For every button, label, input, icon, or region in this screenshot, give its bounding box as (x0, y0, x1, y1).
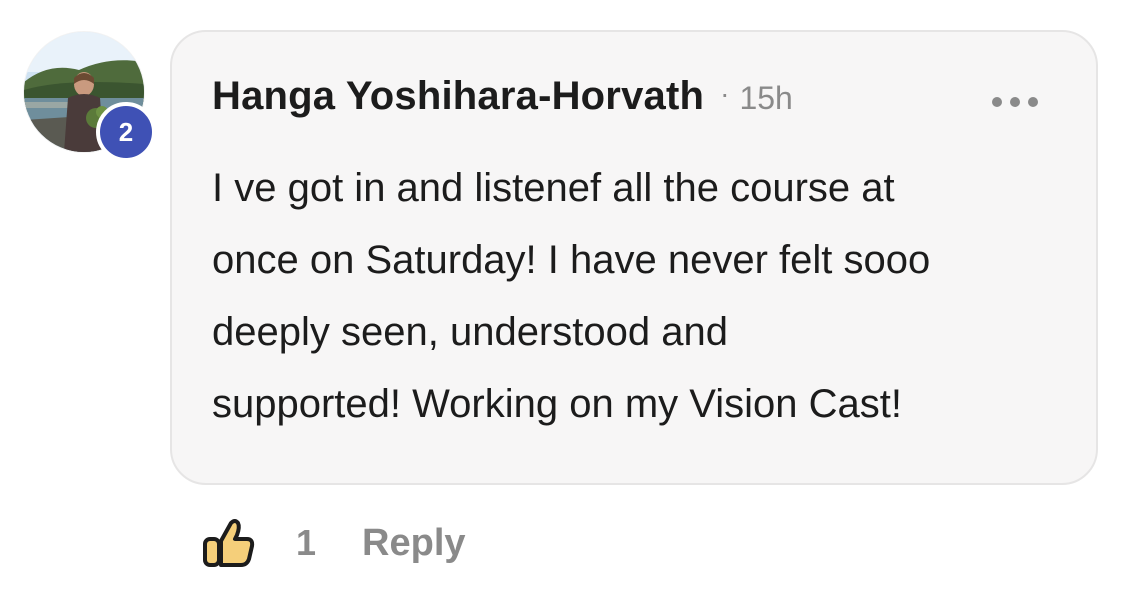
comment-text: I ve got in and listenef all the course … (212, 152, 1062, 440)
like-button[interactable] (200, 514, 258, 572)
more-options-icon[interactable] (992, 92, 1038, 112)
more-dot (992, 97, 1002, 107)
comment-text-line: once on Saturday! I have never felt sooo (212, 238, 931, 282)
thumbs-up-icon (203, 519, 255, 567)
comment-text-line: deeply seen, understood and (212, 310, 728, 354)
timestamp[interactable]: 15h (739, 80, 792, 117)
comment-bubble: Hanga Yoshihara-Horvath · 15h I ve got i… (170, 30, 1098, 485)
comment-thread: 2 Hanga Yoshihara-Horvath · 15h I ve got… (0, 0, 1125, 614)
like-count[interactable]: 1 (296, 522, 316, 564)
more-dot (1028, 97, 1038, 107)
author-name[interactable]: Hanga Yoshihara-Horvath (212, 74, 704, 119)
separator-dot: · (720, 78, 730, 109)
comment-actions: 1 Reply (200, 512, 466, 574)
comment-text-line: supported! Working on my Vision Cast! (212, 382, 902, 426)
comment-header: Hanga Yoshihara-Horvath · 15h (212, 74, 793, 119)
more-dot (1010, 97, 1020, 107)
notification-badge: 2 (96, 102, 156, 162)
reply-button[interactable]: Reply (362, 522, 465, 565)
comment-text-line: I ve got in and listenef all the course … (212, 166, 895, 210)
